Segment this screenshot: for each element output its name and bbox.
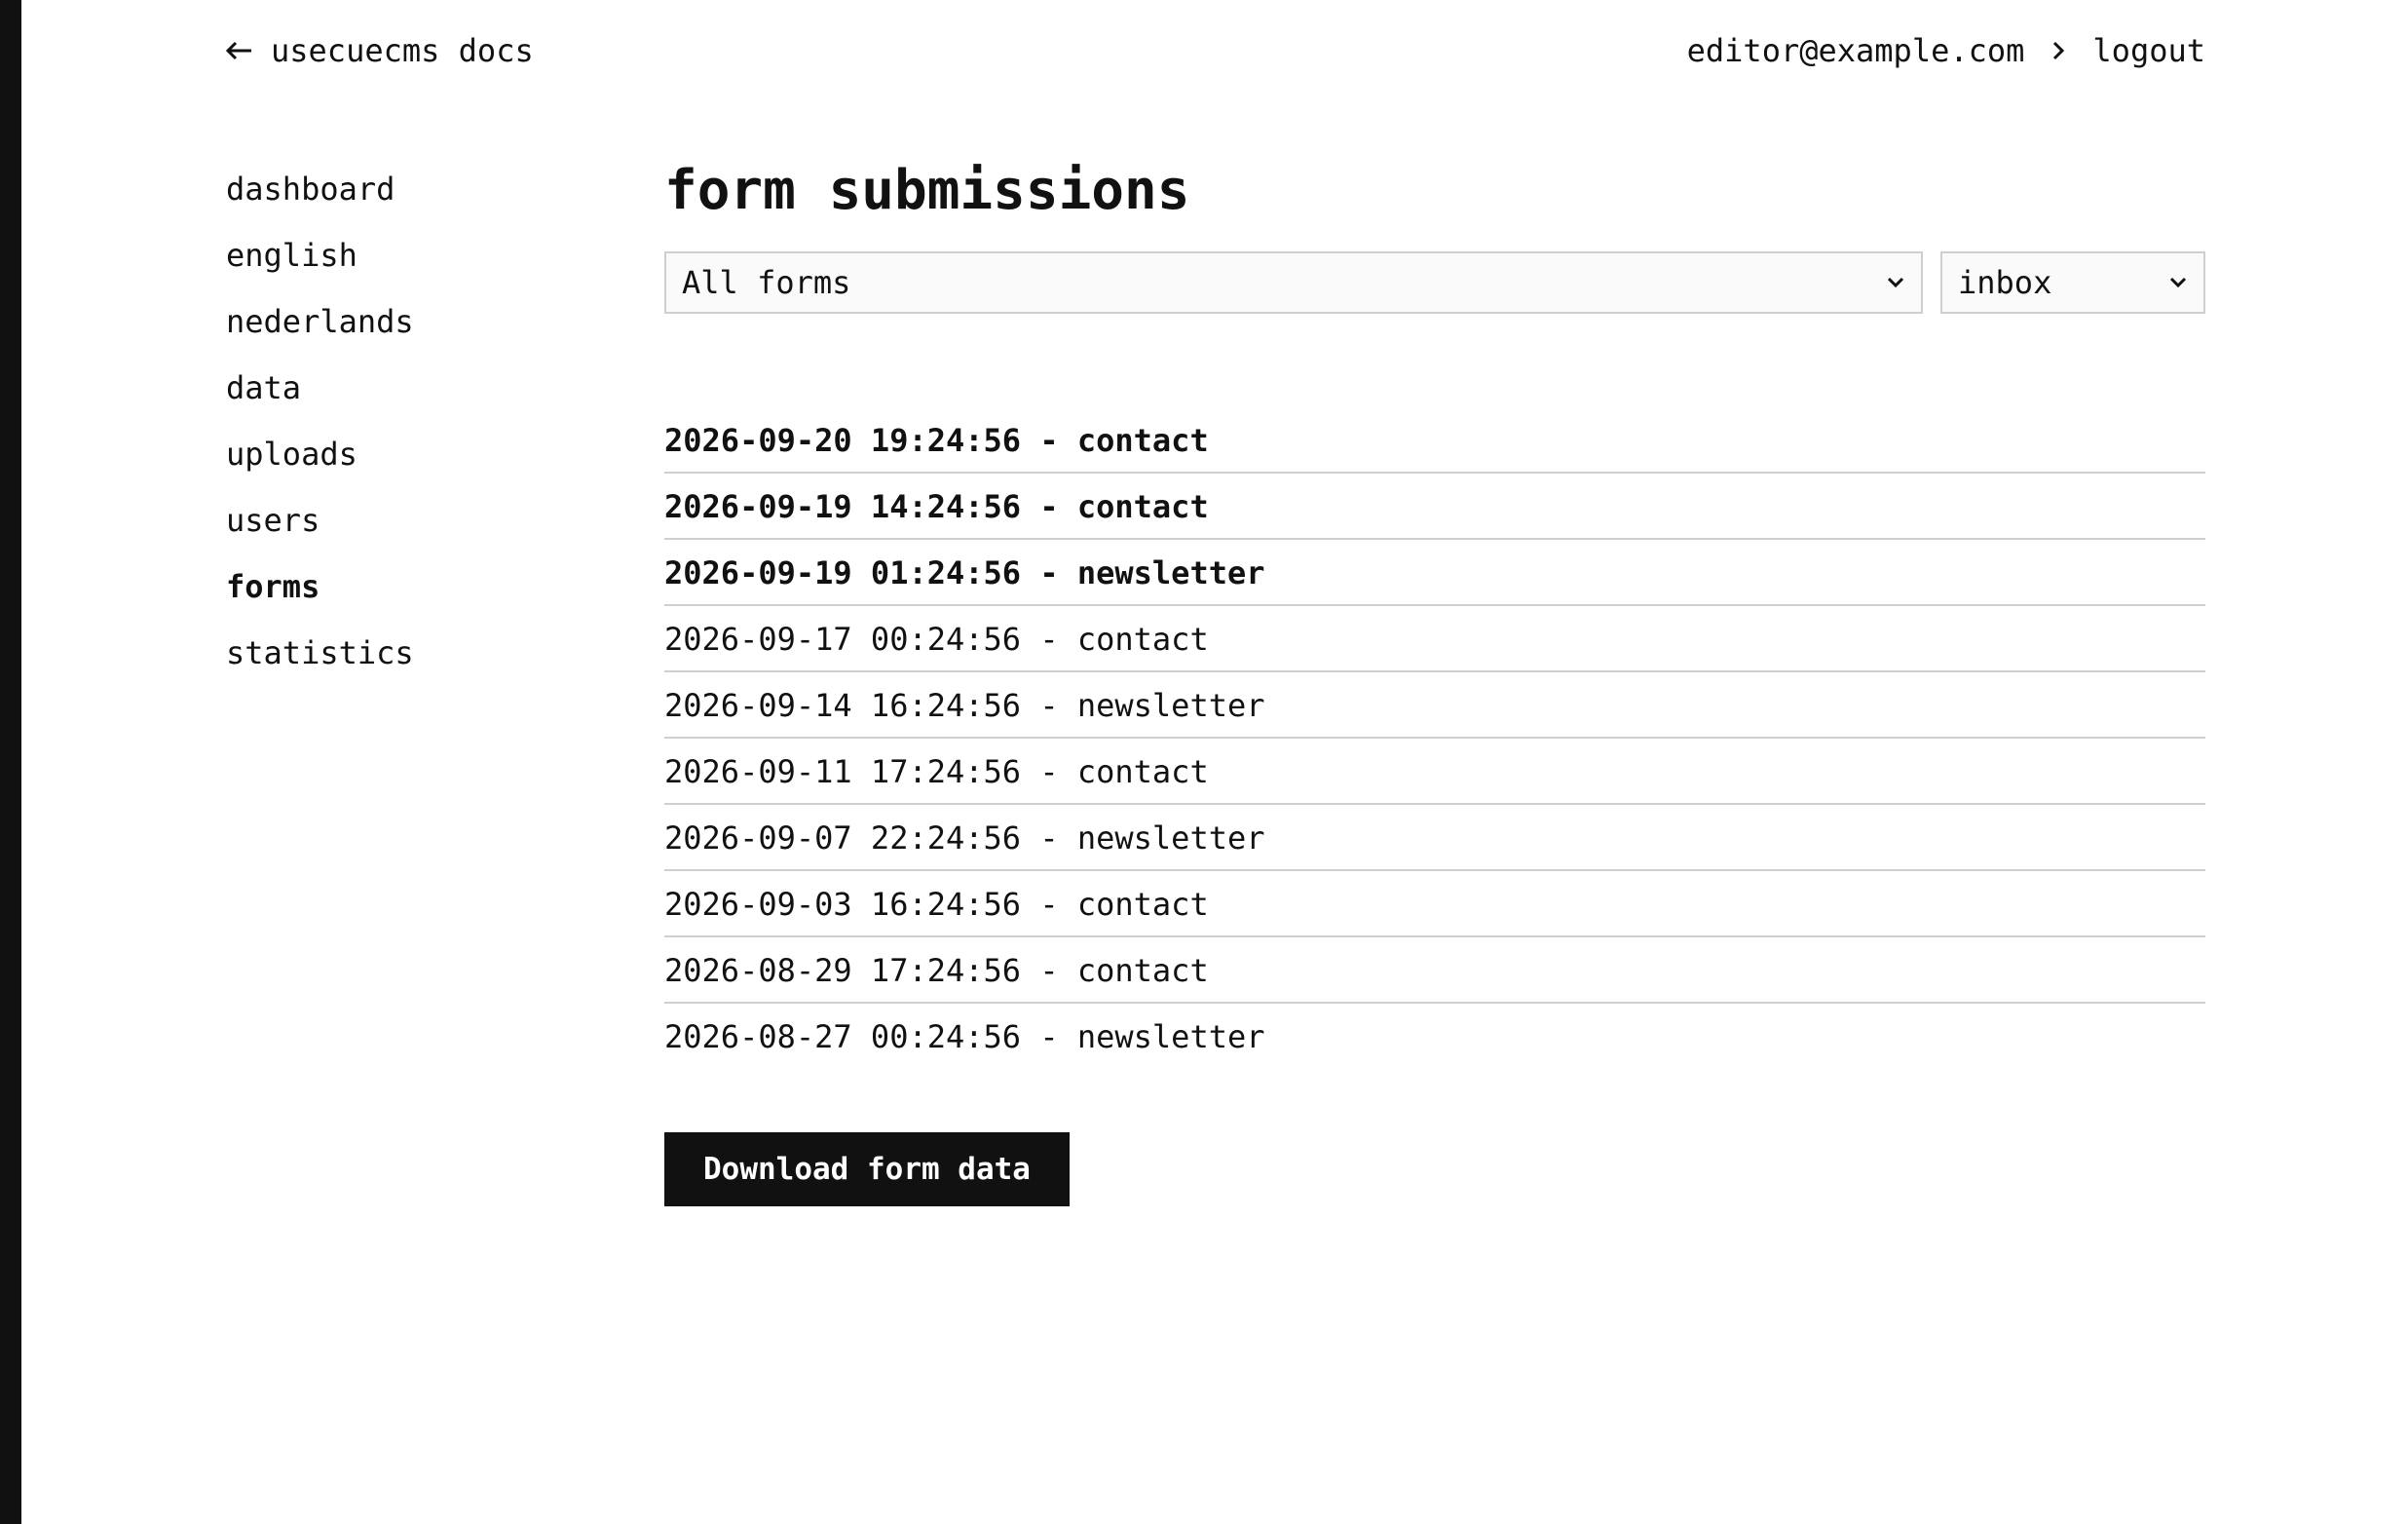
submission-row[interactable]: 2026-09-14 16:24:56 - newsletter [664,672,2205,739]
sidebar-item-forms[interactable]: forms [226,563,616,629]
arrow-left-icon [224,40,253,61]
submission-row[interactable]: 2026-08-29 17:24:56 - contact [664,937,2205,1004]
window-edge-bar [0,0,21,1524]
chevron-down-icon [2168,276,2188,289]
user-area: editor@example.com logout [1687,32,2205,69]
sidebar-item-nederlands[interactable]: nederlands [226,298,616,364]
submissions-list: 2026-09-20 19:24:56 - contact 2026-09-19… [664,407,2205,1070]
submission-row[interactable]: 2026-09-17 00:24:56 - contact [664,606,2205,672]
status-filter-value: inbox [1958,264,2052,301]
submission-row[interactable]: 2026-09-20 19:24:56 - contact [664,407,2205,474]
submission-row[interactable]: 2026-09-19 14:24:56 - contact [664,474,2205,540]
back-link-label: usecuecms docs [271,32,534,69]
chevron-right-icon [2051,40,2065,61]
form-filter-select[interactable]: All forms [664,251,1923,314]
sidebar-item-dashboard[interactable]: dashboard [226,166,616,232]
submission-row[interactable]: 2026-09-03 16:24:56 - contact [664,871,2205,937]
form-filter-value: All forms [682,264,851,301]
status-filter-select[interactable]: inbox [1940,251,2205,314]
sidebar-item-statistics[interactable]: statistics [226,629,616,696]
download-form-data-button[interactable]: Download form data [664,1132,1070,1206]
chevron-down-icon [1886,276,1905,289]
top-bar: usecuecms docs editor@example.com logout [224,23,2205,78]
logout-link[interactable]: logout [2092,32,2205,69]
sidebar-item-users[interactable]: users [226,497,616,563]
main-content: form submissions All forms inbox 2026-09… [664,146,2205,1206]
submission-row[interactable]: 2026-09-19 01:24:56 - newsletter [664,540,2205,606]
sidebar-item-data[interactable]: data [226,364,616,431]
submission-row[interactable]: 2026-09-11 17:24:56 - contact [664,739,2205,805]
filters-bar: All forms inbox [664,251,2205,316]
sidebar-nav: dashboard english nederlands data upload… [226,166,616,696]
user-email[interactable]: editor@example.com [1687,32,2025,69]
sidebar-item-english[interactable]: english [226,232,616,298]
page-title: form submissions [664,159,1190,222]
sidebar-item-uploads[interactable]: uploads [226,431,616,497]
back-to-docs-link[interactable]: usecuecms docs [224,32,534,69]
submission-row[interactable]: 2026-08-27 00:24:56 - newsletter [664,1004,2205,1070]
submission-row[interactable]: 2026-09-07 22:24:56 - newsletter [664,805,2205,871]
